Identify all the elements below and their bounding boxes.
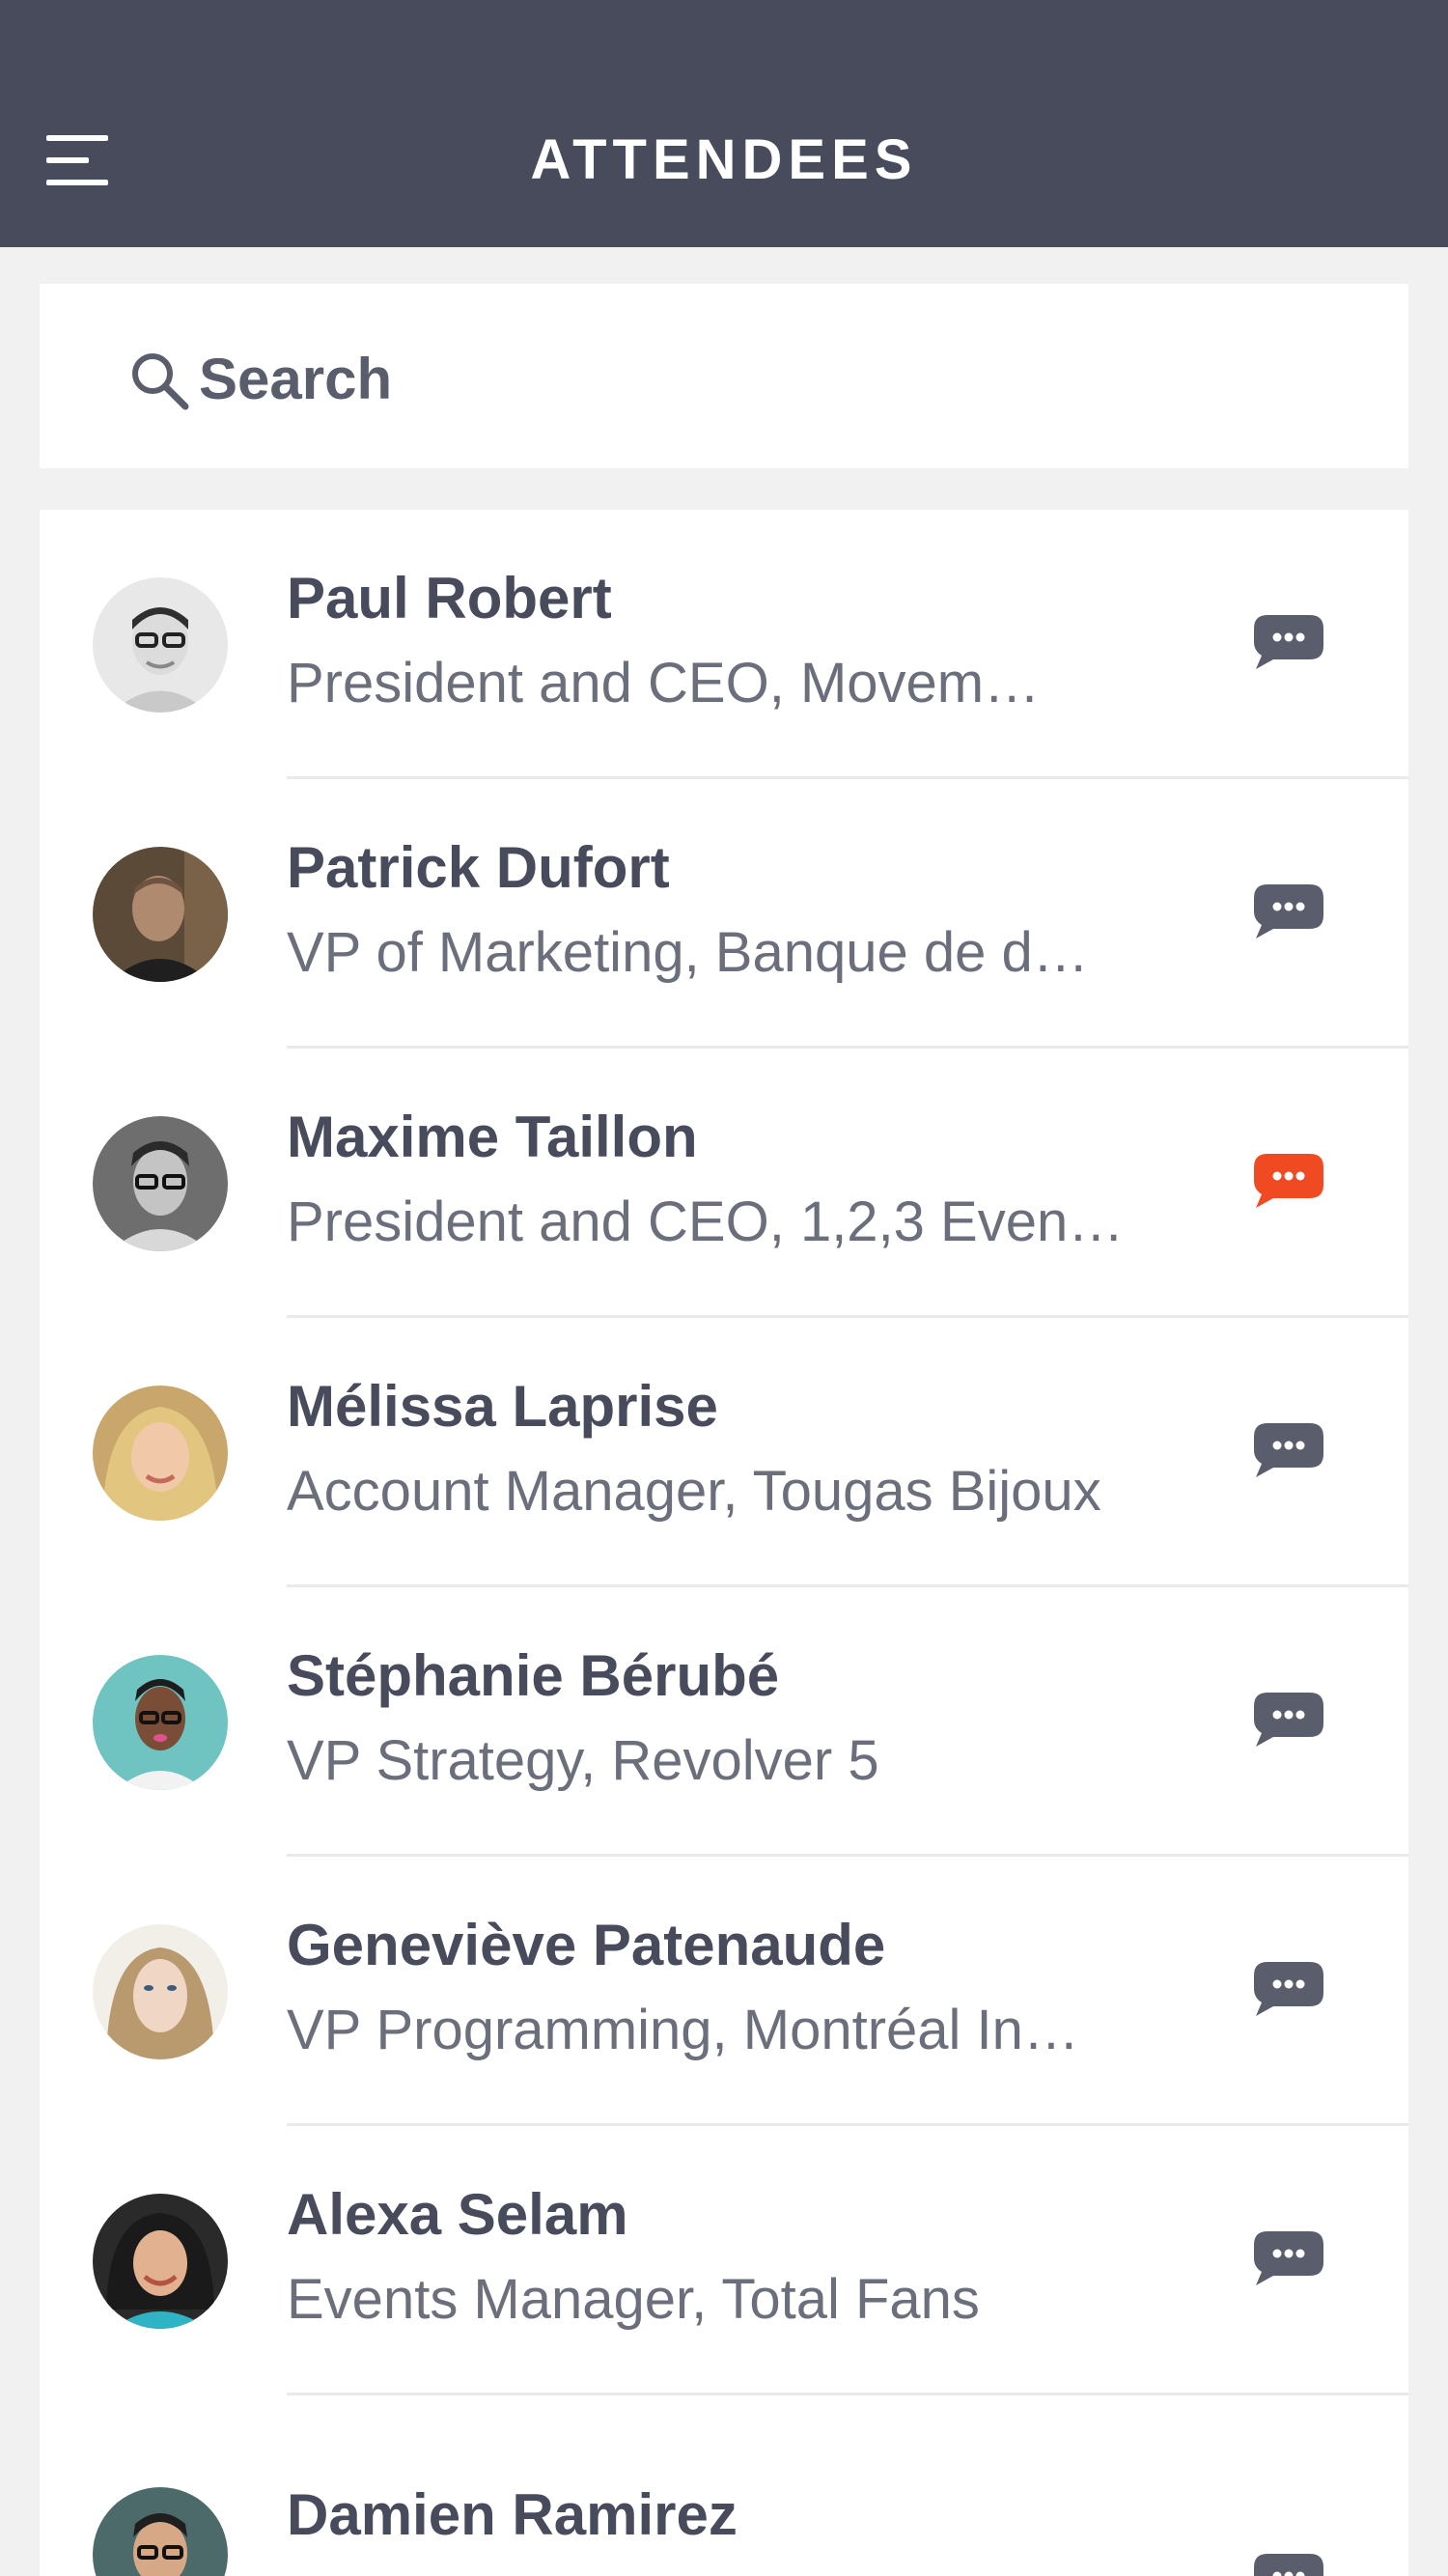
avatar	[93, 2487, 228, 2576]
attendee-name: Stéphanie Bérubé	[287, 1643, 780, 1708]
attendee-title: VP Programming, Montréal In…	[287, 1999, 1079, 2061]
avatar	[93, 1655, 228, 1790]
attendee-row[interactable]: Stéphanie Bérubé VP Strategy, Revolver 5	[40, 1587, 1408, 1857]
chat-bubble-icon[interactable]	[1252, 2552, 1325, 2576]
attendee-row[interactable]: Alexa Selam Events Manager, Total Fans	[40, 2126, 1408, 2395]
attendee-title: VP of Marketing, Banque de d…	[287, 921, 1089, 984]
chat-bubble-icon[interactable]	[1252, 1421, 1325, 1479]
page-title: ATTENDEES	[530, 128, 918, 191]
attendee-row[interactable]: Geneviève Patenaude VP Programming, Mont…	[40, 1857, 1408, 2126]
attendee-list: Paul Robert President and CEO, Movem… Pa…	[40, 510, 1408, 2576]
attendee-title: Account Manager, Tougas Bijoux	[287, 1460, 1101, 1523]
attendee-title: President and CEO, Movem…	[287, 652, 1041, 714]
avatar	[93, 1924, 228, 2059]
chat-bubble-icon[interactable]	[1252, 2229, 1325, 2287]
chat-bubble-icon[interactable]	[1252, 1691, 1325, 1749]
search-bar[interactable]	[40, 284, 1408, 468]
chat-bubble-icon[interactable]	[1252, 882, 1325, 940]
search-icon	[132, 353, 189, 410]
chat-bubble-icon[interactable]	[1252, 1960, 1325, 2018]
attendee-name: Alexa Selam	[287, 2182, 628, 2247]
attendee-row[interactable]: Paul Robert President and CEO, Movem…	[40, 510, 1408, 779]
avatar	[93, 577, 228, 713]
attendee-name: Damien Ramirez	[287, 2482, 738, 2547]
attendee-row[interactable]: Patrick Dufort VP of Marketing, Banque d…	[40, 779, 1408, 1049]
avatar	[93, 2194, 228, 2329]
attendee-row[interactable]: Maxime Taillon President and CEO, 1,2,3 …	[40, 1049, 1408, 1318]
app-header: ATTENDEES	[0, 0, 1448, 247]
attendee-name: Geneviève Patenaude	[287, 1913, 886, 1977]
chat-bubble-icon[interactable]	[1252, 1152, 1325, 1210]
attendee-title: VP Strategy, Revolver 5	[287, 1729, 879, 1792]
attendee-title: Events Manager, Total Fans	[287, 2268, 980, 2331]
chat-bubble-icon[interactable]	[1252, 613, 1325, 671]
attendee-name: Mélissa Laprise	[287, 1374, 718, 1439]
attendee-name: Maxime Taillon	[287, 1105, 698, 1169]
attendee-row[interactable]: Damien Ramirez	[40, 2395, 1408, 2576]
avatar	[93, 847, 228, 982]
avatar	[93, 1386, 228, 1521]
avatar	[93, 1116, 228, 1251]
attendee-title: President and CEO, 1,2,3 Even…	[287, 1190, 1125, 1253]
attendee-name: Paul Robert	[287, 566, 612, 630]
attendee-row[interactable]: Mélissa Laprise Account Manager, Tougas …	[40, 1318, 1408, 1587]
attendee-name: Patrick Dufort	[287, 835, 670, 900]
search-input[interactable]	[199, 342, 1357, 415]
